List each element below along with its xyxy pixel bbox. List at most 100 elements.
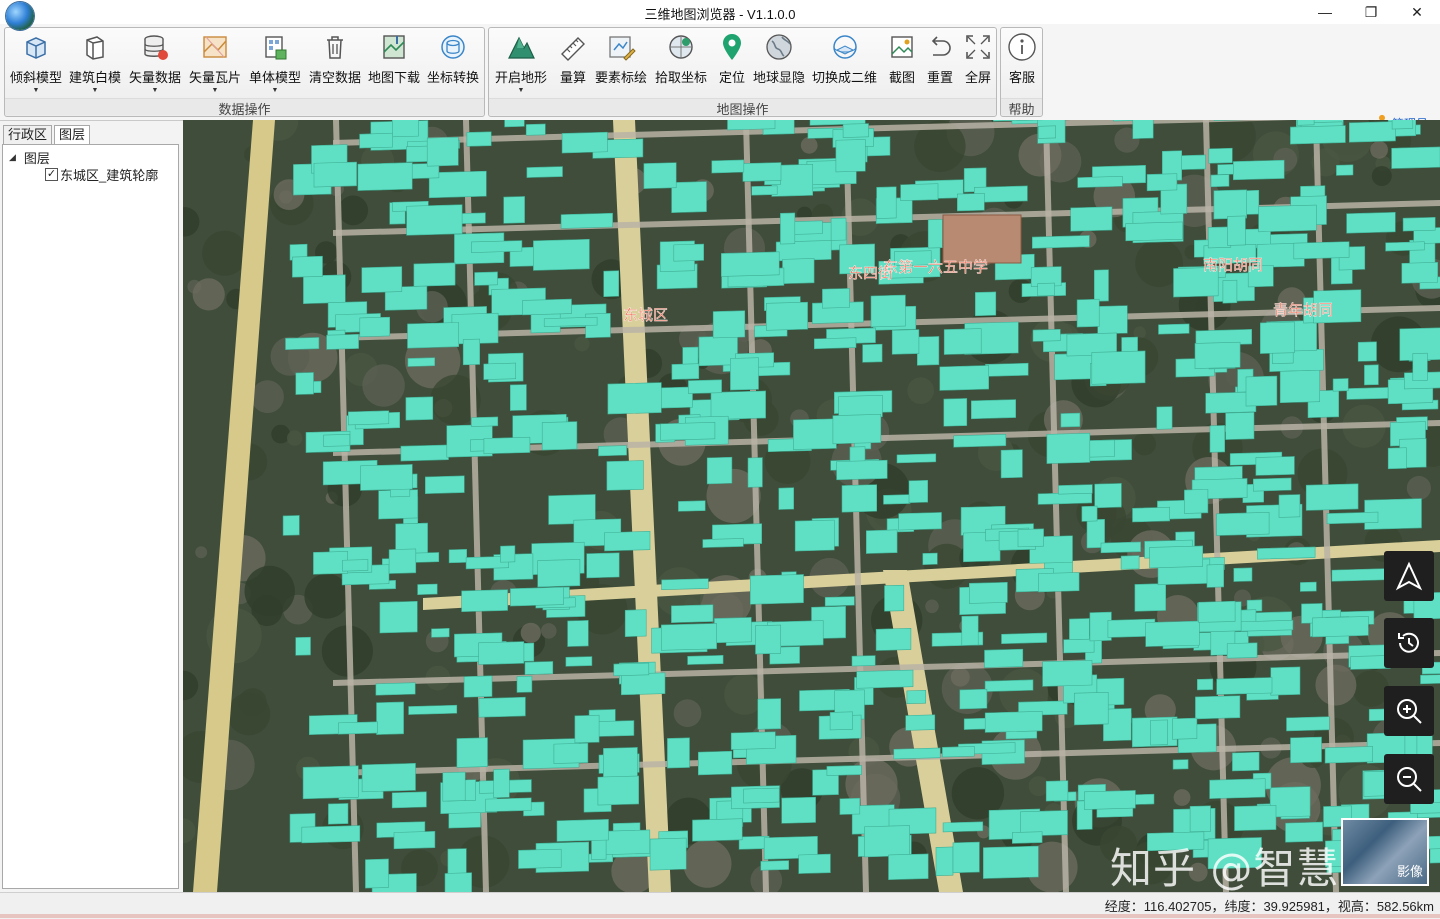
building-footprint[interactable] bbox=[698, 751, 732, 775]
building-footprint[interactable] bbox=[1421, 674, 1440, 684]
building-footprint[interactable] bbox=[1121, 556, 1139, 570]
building-footprint[interactable] bbox=[1291, 737, 1322, 763]
building-footprint[interactable] bbox=[865, 826, 910, 857]
building-footprint[interactable] bbox=[944, 329, 981, 355]
building-footprint[interactable] bbox=[983, 846, 1038, 878]
building-footprint[interactable] bbox=[621, 673, 665, 695]
building-footprint[interactable] bbox=[793, 419, 836, 450]
customer-service-button[interactable]: 客服 bbox=[1007, 31, 1037, 86]
building-footprint[interactable] bbox=[607, 461, 643, 491]
building-footprint[interactable] bbox=[1233, 160, 1284, 180]
measure-button[interactable]: 量算 bbox=[558, 31, 588, 86]
building-footprint[interactable] bbox=[889, 854, 929, 880]
building-footprint[interactable] bbox=[1078, 176, 1123, 187]
building-footprint[interactable] bbox=[1059, 485, 1093, 495]
building-footprint[interactable] bbox=[1095, 483, 1122, 507]
building-footprint[interactable] bbox=[1325, 746, 1373, 763]
building-footprint[interactable] bbox=[672, 182, 707, 213]
building-footprint[interactable] bbox=[923, 553, 938, 565]
building-footprint[interactable] bbox=[1069, 618, 1089, 639]
building-footprint[interactable] bbox=[944, 398, 967, 426]
building-footprint[interactable] bbox=[458, 213, 485, 224]
building-footprint[interactable] bbox=[825, 597, 854, 606]
building-footprint[interactable] bbox=[538, 559, 580, 586]
building-footprint[interactable] bbox=[644, 163, 676, 189]
maximize-button[interactable]: ❐ bbox=[1348, 0, 1394, 24]
building-footprint[interactable] bbox=[1197, 679, 1213, 690]
building-footprint[interactable] bbox=[780, 213, 794, 244]
building-footprint[interactable] bbox=[957, 193, 984, 211]
building-footprint[interactable] bbox=[544, 317, 597, 326]
building-footprint[interactable] bbox=[1133, 507, 1170, 522]
building-footprint[interactable] bbox=[407, 205, 463, 236]
building-footprint[interactable] bbox=[1234, 568, 1252, 582]
building-footprint[interactable] bbox=[486, 798, 532, 812]
building-footprint[interactable] bbox=[1388, 448, 1406, 469]
building-footprint[interactable] bbox=[1287, 717, 1330, 731]
building-footprint[interactable] bbox=[338, 722, 377, 734]
building-footprint[interactable] bbox=[671, 605, 713, 623]
building-footprint[interactable] bbox=[731, 732, 775, 750]
building-footprint[interactable] bbox=[1297, 120, 1314, 125]
building-footprint[interactable] bbox=[1214, 190, 1247, 219]
feature-draw-button[interactable]: 要素标绘 bbox=[595, 31, 647, 86]
terrain-button[interactable]: 开启地形 ▼ bbox=[495, 31, 547, 95]
building-footprint[interactable] bbox=[954, 434, 1006, 447]
building-footprint[interactable] bbox=[1227, 643, 1257, 658]
building-footprint[interactable] bbox=[1226, 412, 1254, 439]
building-footprint[interactable] bbox=[292, 256, 322, 277]
building-footprint[interactable] bbox=[1228, 216, 1246, 246]
building-footprint[interactable] bbox=[484, 363, 516, 379]
building-footprint[interactable] bbox=[448, 849, 466, 877]
building-footprint[interactable] bbox=[975, 292, 996, 316]
building-footprint[interactable] bbox=[324, 434, 350, 446]
building-footprint[interactable] bbox=[1369, 709, 1385, 721]
building-footprint[interactable] bbox=[479, 642, 524, 665]
pick-coordinate-button[interactable]: 拾取坐标 bbox=[655, 31, 707, 86]
building-footprint[interactable] bbox=[1146, 621, 1200, 647]
building-footprint[interactable] bbox=[830, 712, 852, 730]
building-footprint[interactable] bbox=[1347, 212, 1396, 233]
building-footprint[interactable] bbox=[1061, 413, 1080, 427]
layer-checkbox[interactable]: ✓ bbox=[45, 168, 58, 181]
building-footprint[interactable] bbox=[940, 365, 989, 390]
building-footprint[interactable] bbox=[358, 163, 412, 191]
vector-data-button[interactable]: 矢量数据 ▼ bbox=[129, 31, 181, 95]
building-footprint[interactable] bbox=[831, 218, 846, 240]
building-footprint[interactable] bbox=[985, 711, 1042, 732]
building-footprint[interactable] bbox=[852, 656, 875, 667]
building-footprint[interactable] bbox=[475, 272, 498, 286]
building-footprint[interactable] bbox=[837, 460, 888, 480]
building-footprint[interactable] bbox=[348, 411, 389, 425]
building-footprint[interactable] bbox=[1038, 283, 1055, 296]
building-footprint[interactable] bbox=[842, 485, 877, 513]
building-footprint[interactable] bbox=[877, 187, 897, 219]
building-footprint[interactable] bbox=[758, 699, 781, 730]
building-footprint[interactable] bbox=[1246, 376, 1277, 406]
building-footprint[interactable] bbox=[884, 495, 911, 505]
building-footprint[interactable] bbox=[587, 553, 620, 578]
building-footprint[interactable] bbox=[1018, 529, 1044, 547]
building-footprint[interactable] bbox=[286, 337, 319, 349]
building-footprint[interactable] bbox=[897, 454, 936, 463]
building-footprint[interactable] bbox=[519, 849, 562, 868]
building-footprint[interactable] bbox=[1217, 677, 1272, 694]
building-footprint[interactable] bbox=[603, 747, 637, 779]
building-footprint[interactable] bbox=[1332, 569, 1388, 582]
building-footprint[interactable] bbox=[917, 336, 939, 365]
building-footprint[interactable] bbox=[1386, 242, 1425, 251]
building-footprint[interactable] bbox=[343, 560, 368, 572]
building-footprint[interactable] bbox=[827, 765, 862, 775]
building-footprint[interactable] bbox=[866, 530, 897, 554]
building-footprint[interactable] bbox=[1002, 633, 1047, 644]
building-footprint[interactable] bbox=[517, 676, 532, 692]
building-footprint[interactable] bbox=[471, 241, 522, 253]
building-footprint[interactable] bbox=[799, 854, 831, 873]
building-footprint[interactable] bbox=[1084, 790, 1135, 809]
building-footprint[interactable] bbox=[833, 414, 881, 444]
building-footprint[interactable] bbox=[876, 628, 911, 650]
building-footprint[interactable] bbox=[766, 302, 807, 330]
building-footprint[interactable] bbox=[1012, 832, 1042, 844]
building-footprint[interactable] bbox=[857, 670, 913, 688]
coordinate-transform-button[interactable]: 坐标转换 bbox=[427, 31, 479, 86]
